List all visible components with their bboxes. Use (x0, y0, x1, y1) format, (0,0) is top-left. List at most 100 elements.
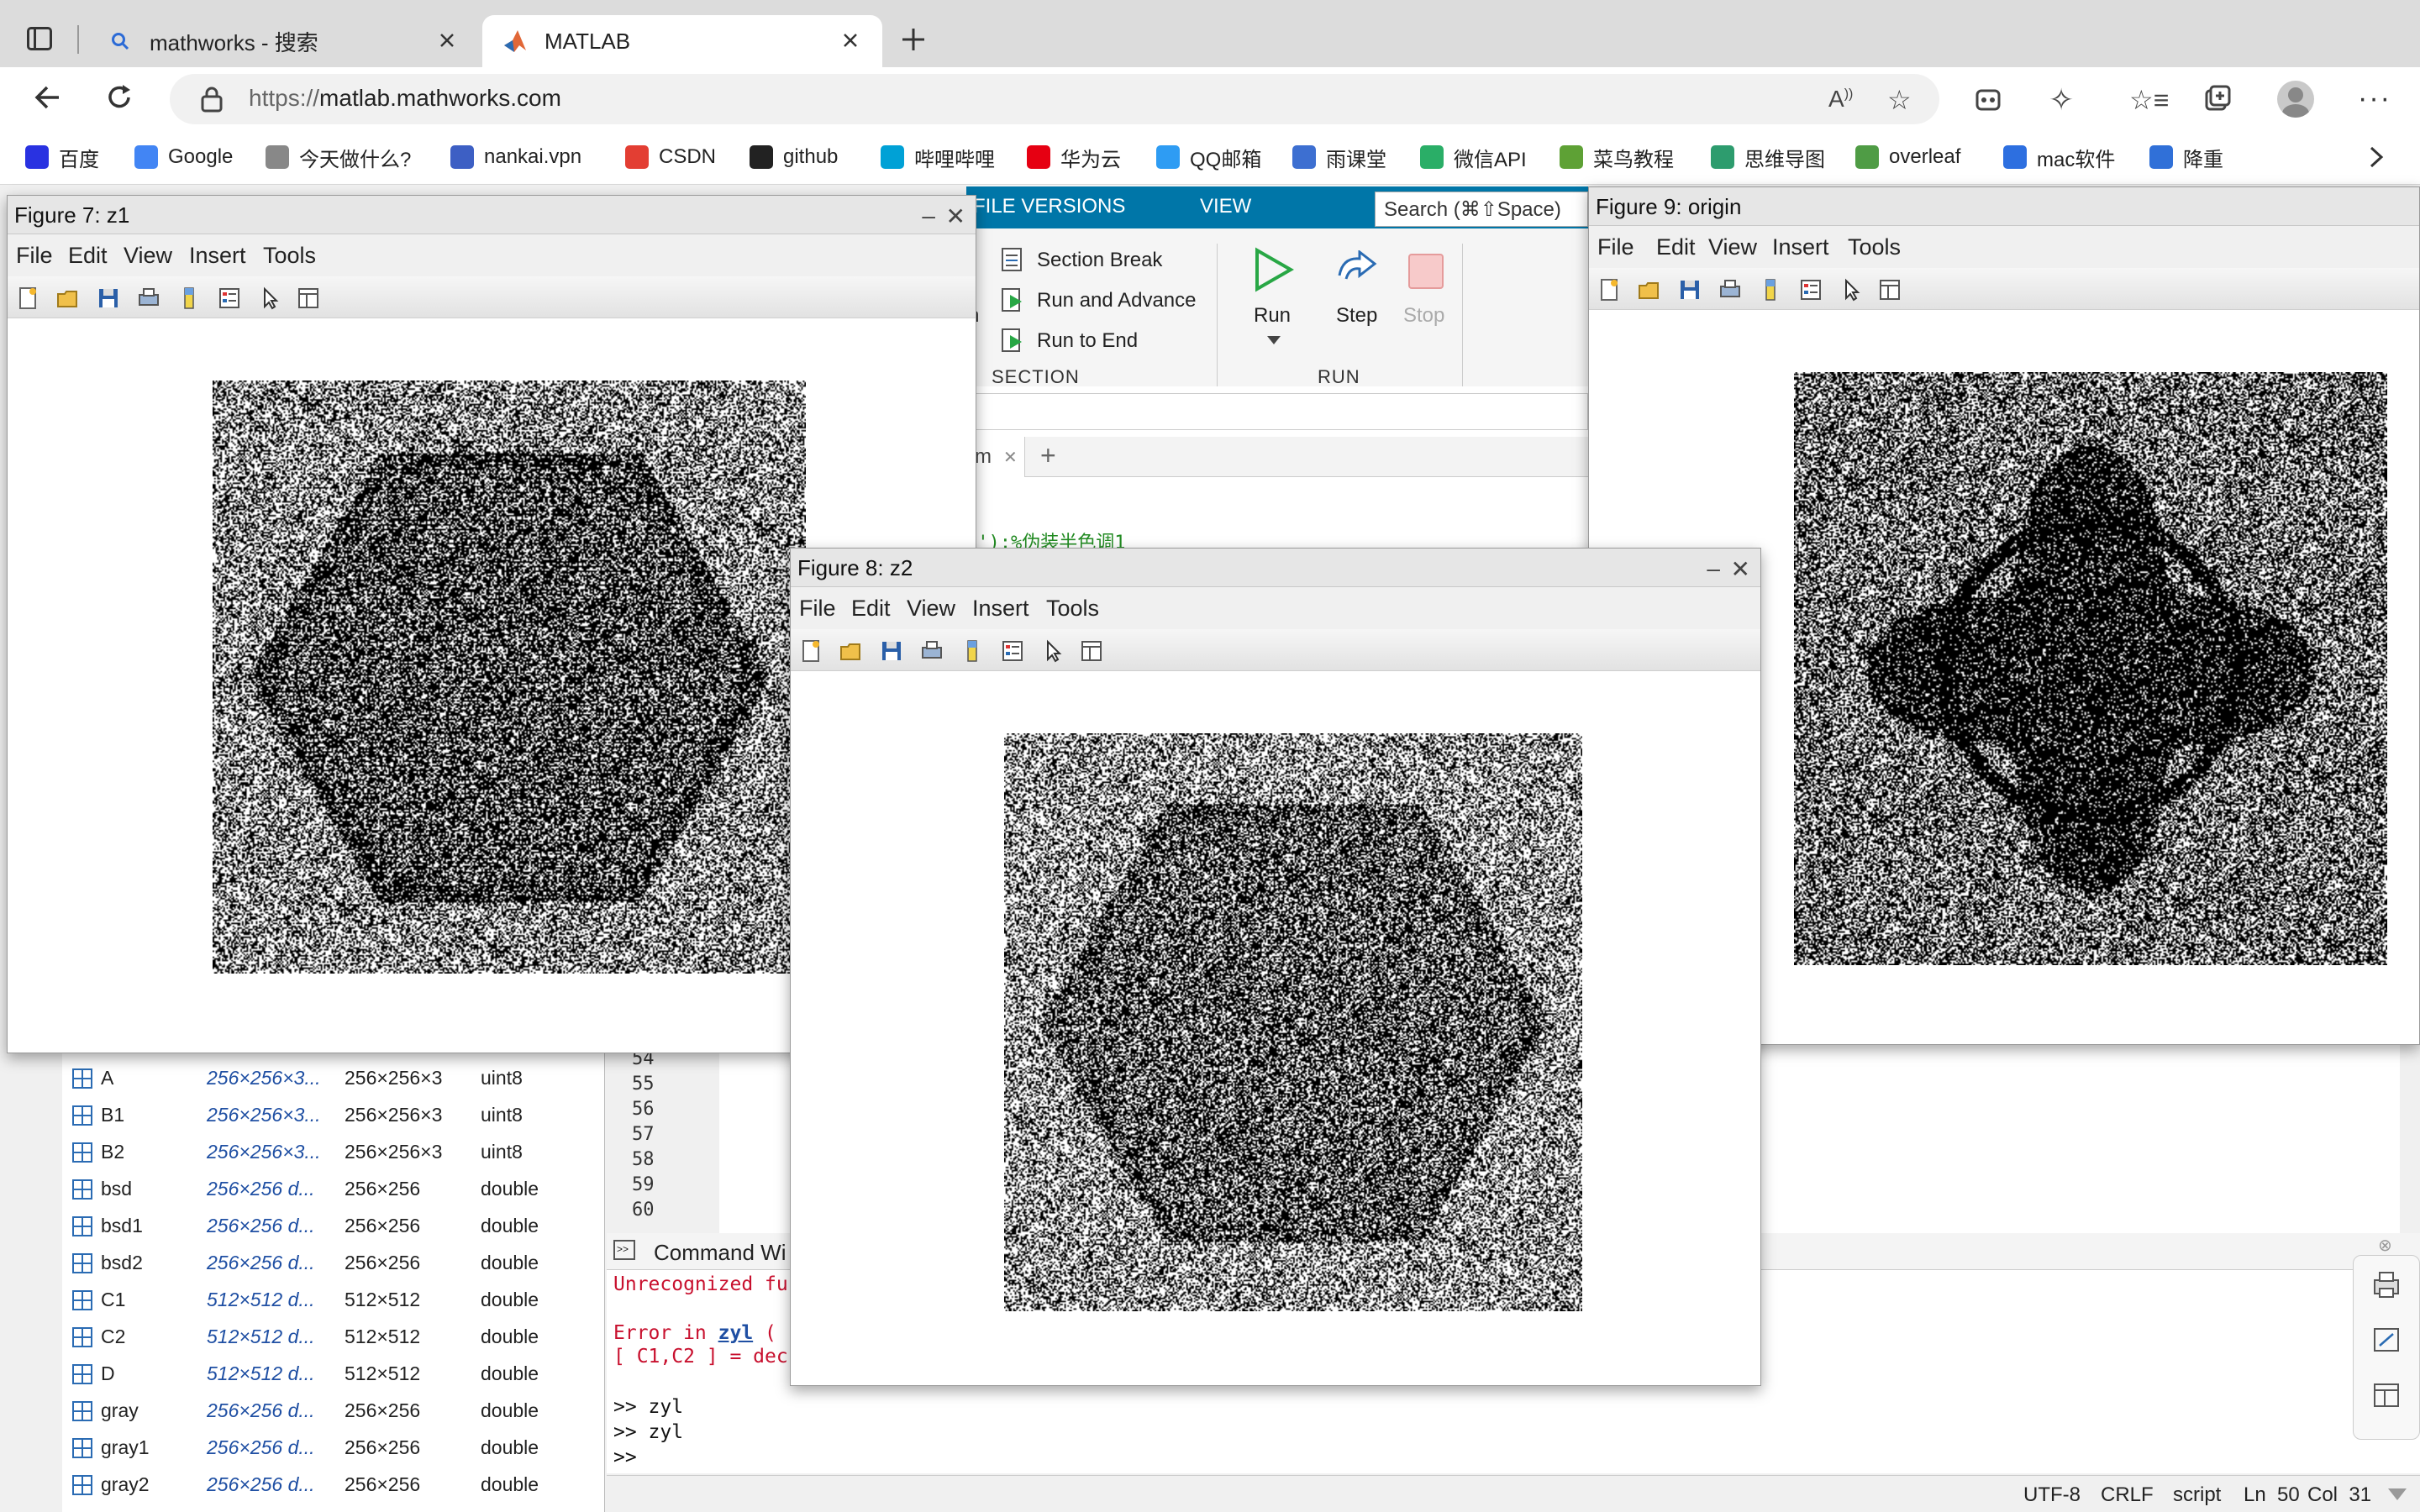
layout-icon[interactable] (2371, 1381, 2402, 1410)
new-figure-icon[interactable] (16, 286, 39, 310)
menu-file[interactable]: File (799, 596, 836, 622)
property-inspector-icon[interactable] (1878, 278, 1902, 302)
bookmark-rewrite[interactable]: 降重 (2149, 141, 2223, 173)
table-row[interactable]: B2 256×256×3... 256×256×3 uint8 (67, 1134, 605, 1171)
chevron-right-icon[interactable] (2366, 144, 2386, 170)
legend-icon[interactable] (1001, 639, 1024, 663)
close-tab-icon[interactable] (837, 27, 864, 54)
pointer-icon[interactable] (258, 286, 281, 310)
bookmark-baidu[interactable]: 百度 (25, 141, 99, 173)
step-icon[interactable] (1334, 250, 1378, 289)
property-inspector-icon[interactable] (297, 286, 320, 310)
menu-insert[interactable]: Insert (972, 596, 1029, 622)
sidebar-toggle-icon[interactable] (27, 27, 52, 50)
legend-icon[interactable] (218, 286, 241, 310)
read-aloud-icon[interactable]: A)) (1828, 86, 1853, 113)
table-row[interactable]: bsd 256×256 d... 256×256 double (67, 1171, 605, 1208)
close-tab-icon[interactable] (434, 27, 460, 54)
colorbar-icon[interactable] (1759, 278, 1782, 302)
profile-avatar[interactable] (2277, 81, 2314, 118)
close-icon[interactable]: ✕ (946, 202, 965, 230)
save-icon[interactable] (1678, 278, 1702, 302)
table-row[interactable]: C1 512×512 d... 512×512 double (67, 1282, 605, 1319)
menu-insert[interactable]: Insert (189, 243, 246, 269)
resize-grip-icon[interactable] (2388, 1488, 2407, 1504)
bookmark-github[interactable]: github (750, 141, 838, 173)
minimize-icon[interactable]: – (1707, 555, 1720, 582)
open-file-icon[interactable] (1638, 278, 1661, 302)
table-row[interactable]: C2 512×512 d... 512×512 double (67, 1319, 605, 1356)
pointer-icon[interactable] (1839, 278, 1863, 302)
menu-edit[interactable]: Edit (1656, 234, 1696, 260)
favorite-add-icon[interactable]: ☆ (1887, 84, 1912, 116)
bookmark-vpn[interactable]: nankai.vpn (450, 141, 581, 173)
more-menu-icon[interactable]: ··· (2358, 82, 2391, 115)
print-icon[interactable] (920, 639, 944, 663)
table-row[interactable]: D 512×512 d... 512×512 double (67, 1356, 605, 1393)
back-icon[interactable] (32, 82, 62, 113)
table-row[interactable]: A 256×256×3... 256×256×3 uint8 (67, 1060, 605, 1097)
print-icon[interactable] (137, 286, 160, 310)
figure-title-bar[interactable]: Figure 9: origin (1589, 187, 2419, 226)
menu-edit[interactable]: Edit (68, 243, 108, 269)
figure-8-window[interactable]: Figure 8: z2 – ✕ File Edit View Insert T… (790, 548, 1761, 1386)
open-file-icon[interactable] (839, 639, 863, 663)
command-prompt[interactable]: >> (613, 1446, 637, 1468)
menu-tools[interactable]: Tools (1046, 596, 1099, 622)
colorbar-icon[interactable] (960, 639, 984, 663)
bookmark-bilibili[interactable]: 哔哩哔哩 (881, 141, 995, 173)
collections-add-icon[interactable] (2203, 84, 2232, 113)
tab-mathworks-search[interactable]: mathworks - 搜索 (87, 15, 479, 67)
table-row[interactable]: gray 256×256 d... 256×256 double (67, 1393, 605, 1430)
open-file-icon[interactable] (56, 286, 80, 310)
search-input[interactable]: Search (⌘⇧Space) (1375, 192, 1588, 227)
error-function-link[interactable]: zyl (718, 1322, 754, 1344)
print-icon[interactable] (2371, 1270, 2402, 1299)
bookmark-huawei[interactable]: 华为云 (1027, 141, 1121, 173)
run-and-advance-button[interactable]: Run and Advance (1037, 289, 1196, 312)
menu-file[interactable]: File (16, 243, 53, 269)
menu-insert[interactable]: Insert (1772, 234, 1829, 260)
new-tab-button[interactable] (899, 25, 928, 54)
undock-icon[interactable] (2371, 1326, 2402, 1354)
section-break-button[interactable]: Section Break (1037, 249, 1162, 272)
tab-view[interactable]: VIEW (1200, 195, 1251, 218)
colorbar-icon[interactable] (177, 286, 201, 310)
bookmark-wechat[interactable]: 微信API (1420, 141, 1527, 173)
bookmark-runoob[interactable]: 菜鸟教程 (1560, 141, 1674, 173)
pointer-icon[interactable] (1041, 639, 1065, 663)
tab-file-versions[interactable]: FILE VERSIONS (973, 195, 1125, 218)
table-row[interactable]: gray2 256×256 d... 256×256 double (67, 1467, 605, 1504)
menu-edit[interactable]: Edit (851, 596, 891, 622)
menu-file[interactable]: File (1597, 234, 1634, 260)
table-row[interactable]: bsd2 256×256 d... 256×256 double (67, 1245, 605, 1282)
table-row[interactable]: B1 256×256×3... 256×256×3 uint8 (67, 1097, 605, 1134)
legend-icon[interactable] (1799, 278, 1823, 302)
bookmark-overleaf[interactable]: overleaf (1855, 141, 1960, 173)
menu-view[interactable]: View (907, 596, 955, 622)
lock-icon[interactable] (200, 86, 224, 113)
new-figure-icon[interactable] (799, 639, 823, 663)
table-row[interactable]: bsd1 256×256 d... 256×256 double (67, 1208, 605, 1245)
bookmark-qq-mail[interactable]: QQ邮箱 (1156, 141, 1261, 173)
url-text[interactable]: https://matlab.mathworks.com (249, 85, 561, 112)
table-row[interactable]: gray1 256×256 d... 256×256 double (67, 1430, 605, 1467)
figure-title-bar[interactable]: Figure 8: z2 – ✕ (791, 549, 1760, 587)
reload-icon[interactable] (104, 82, 134, 113)
bookmark-rain-classroom[interactable]: 雨课堂 (1292, 141, 1386, 173)
bookmark-mindmap[interactable]: 思维导图 (1711, 141, 1825, 173)
add-tab-icon[interactable]: + (1040, 440, 1056, 471)
bookmark-moon[interactable]: 今天做什么? (266, 141, 411, 173)
step-button[interactable]: Step (1336, 304, 1377, 328)
menu-view[interactable]: View (124, 243, 172, 269)
panel-close-icon[interactable]: ⊗ (2378, 1235, 2392, 1256)
print-icon[interactable] (1718, 278, 1742, 302)
favorites-icon[interactable]: ☆≡ (2129, 84, 2169, 116)
save-icon[interactable] (97, 286, 120, 310)
run-button[interactable]: Run (1254, 304, 1291, 328)
extensions-icon[interactable]: ✧ (2049, 82, 2074, 118)
menu-tools[interactable]: Tools (263, 243, 316, 269)
menu-tools[interactable]: Tools (1848, 234, 1901, 260)
tab-matlab[interactable]: MATLAB (482, 15, 882, 67)
bookmark-csdn[interactable]: CSDN (625, 141, 716, 173)
